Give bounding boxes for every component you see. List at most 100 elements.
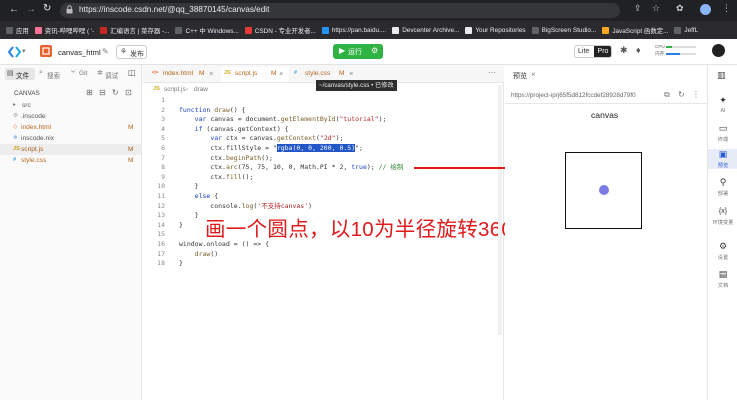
extension-icon[interactable]: ✿ [676,3,684,14]
code-line[interactable]: } [179,221,183,231]
code-line[interactable]: } [179,211,199,221]
thumb-icon[interactable]: ♦ [636,45,641,55]
close-tab-icon[interactable]: × [279,69,283,78]
forward-icon[interactable]: → [26,4,36,15]
reload-icon[interactable]: ↻ [43,3,51,14]
code-line[interactable]: var ctx = canvas.getContext("2d"); [179,134,343,144]
rail-item-ai[interactable]: ✦ AI [708,95,737,114]
mode-toggle[interactable]: Lite Pro [574,45,612,58]
tab-search[interactable]: ⌕ 搜索 [38,68,66,80]
preview-url[interactable]: https://project-iprj65f5d812fccdef28928d… [511,92,636,99]
layout-icon[interactable]: ◫ [128,68,136,77]
close-tab-icon[interactable]: × [209,69,213,78]
new-file-icon[interactable]: ⊞ [86,88,93,97]
edit-name-icon[interactable]: ✎ [102,47,109,56]
canvas-element[interactable] [565,152,642,229]
star-icon[interactable]: ☆ [652,3,660,14]
code-line[interactable]: ctx.fill(); [179,173,253,183]
breadcrumb-symbol[interactable]: draw [194,86,208,93]
docs-icon: ▤ [718,269,728,279]
code-line[interactable]: ctx.beginPath(); [179,154,273,164]
code-line[interactable]: console.log('不支持canvas') [179,202,312,212]
address-bar[interactable]: https://inscode.csdn.net/@qq_38870145/ca… [60,3,620,18]
code-line[interactable]: if (canvas.getContext) { [179,125,289,135]
menu-icon[interactable]: ⋮ [722,3,731,14]
refresh-icon[interactable]: ↻ [112,88,119,97]
file-tree-item[interactable]: ⚙ .inscode [0,111,142,122]
profile-icon[interactable] [700,4,711,15]
open-external-icon[interactable]: ⧉ [664,90,670,100]
terminal-icon: ▭ [718,123,728,133]
rail-item-env[interactable]: {x} 环境变量 [708,206,737,226]
publish-button[interactable]: ⚘ 发布 [116,45,147,59]
code-line[interactable]: function draw() { [179,106,246,116]
bookmark-item[interactable]: 资讯-哔哩哔哩 ( '- [34,26,94,35]
preview-page-heading: canvas [591,110,619,120]
more-icon[interactable]: ⋯ [488,68,496,77]
code-line[interactable]: draw() [179,250,218,260]
inscode-logo-icon[interactable] [7,46,22,58]
bookmark-item[interactable]: Your Repositories [465,26,526,34]
search-icon: ⌕ [39,69,43,76]
mem-meter [666,53,696,55]
file-tree-item[interactable]: ◇ index.html M [0,122,142,133]
tab-files[interactable]: ▤ 文件 [5,68,35,80]
explorer-section-title[interactable]: CANVAS [14,90,40,97]
editor-tab[interactable]: <> index.html M × [149,67,219,82]
preview-more-icon[interactable]: ⋮ [692,90,700,99]
bookmark-item[interactable]: Devcenter Archive... [392,26,459,34]
bookmark-item[interactable]: BigScreen Studio... [531,26,596,34]
collapse-icon[interactable]: ⊡ [125,88,132,97]
lite-option[interactable]: Lite [578,48,589,55]
bookmark-label: https://pan.baidu.... [331,26,387,34]
bookmark-item[interactable]: 汇编语言 | 菜存器 -... [100,26,169,35]
tooltip-text: ~/canvas/style.css • 已修改 [319,82,394,89]
rail-item-label: 环境变量 [712,220,734,226]
code-line[interactable]: } [179,182,199,192]
code-line[interactable]: } [179,259,183,269]
github-icon[interactable] [712,44,725,57]
code-line[interactable]: var canvas = document.getElementById("tu… [179,115,387,125]
panel-toggle-icon[interactable]: ▥ [717,70,726,81]
line-number: 9 [161,172,165,181]
preview-refresh-icon[interactable]: ↻ [678,90,685,99]
bookmark-item[interactable]: C++ 中 Windows... [175,26,239,35]
editor-tab[interactable]: JS script.js M × [221,67,289,82]
editor-scrollbar[interactable] [498,85,502,335]
file-status-badge: M [128,157,134,164]
code-line[interactable]: else { [179,192,218,202]
lock-icon [66,5,73,14]
url-text[interactable]: https://inscode.csdn.net/@qq_38870145/ca… [79,5,269,14]
chevron-down-icon[interactable]: ▾ [22,47,26,55]
tab-debug[interactable]: ✲ 调试 [96,68,124,80]
preview-close-icon[interactable]: × [531,70,536,79]
bookmark-item[interactable]: JavaScript 函数定... [602,26,668,35]
close-tab-icon[interactable]: × [349,69,353,78]
bookmark-item[interactable]: CSDN - 专业开发者... [244,26,316,35]
new-folder-icon[interactable]: ⊟ [99,88,106,97]
file-tree-item[interactable]: ▸ src [0,100,142,111]
bug-icon[interactable]: ✱ [620,45,628,56]
pro-option[interactable]: Pro [594,46,611,57]
code-line[interactable]: ctx.fillStyle = "rgba(0, 0, 200, 0.5)"; [179,144,363,154]
preview-divider [505,103,707,104]
run-settings-icon[interactable]: ⚙ [371,46,378,55]
tab-git[interactable]: ⑂ Git [70,68,92,80]
rail-item-preview[interactable]: ▣ 预览 [708,149,737,169]
file-tree-item[interactable]: ❄ inscode.nix [0,133,142,144]
back-icon[interactable]: ← [9,4,19,15]
share-icon[interactable]: ⇪ [634,3,642,14]
bookmark-item[interactable]: https://pan.baidu.... [321,26,387,34]
rail-item-deploy[interactable]: ⚲ 部署 [708,177,737,197]
rail-item-docs[interactable]: ▤ 文档 [708,269,737,289]
canvas-dot [599,185,609,195]
bookmark-item[interactable]: 应用 [6,26,29,35]
breadcrumb-file[interactable]: script.js [164,86,186,93]
rail-item-terminal[interactable]: ▭ 终端 [708,123,737,143]
bookmark-item[interactable]: JeffL [674,26,698,34]
rail-item-settings[interactable]: ⚙ 设置 [708,241,737,261]
run-button[interactable]: ▶ 运行 ⚙ [333,44,383,59]
file-tree-item[interactable]: # style.css M [0,155,142,166]
project-name[interactable]: canvas_html [58,48,101,57]
code-line[interactable]: ctx.arc(75, 75, 10, 0, Math.PI * 2, true… [179,163,403,173]
